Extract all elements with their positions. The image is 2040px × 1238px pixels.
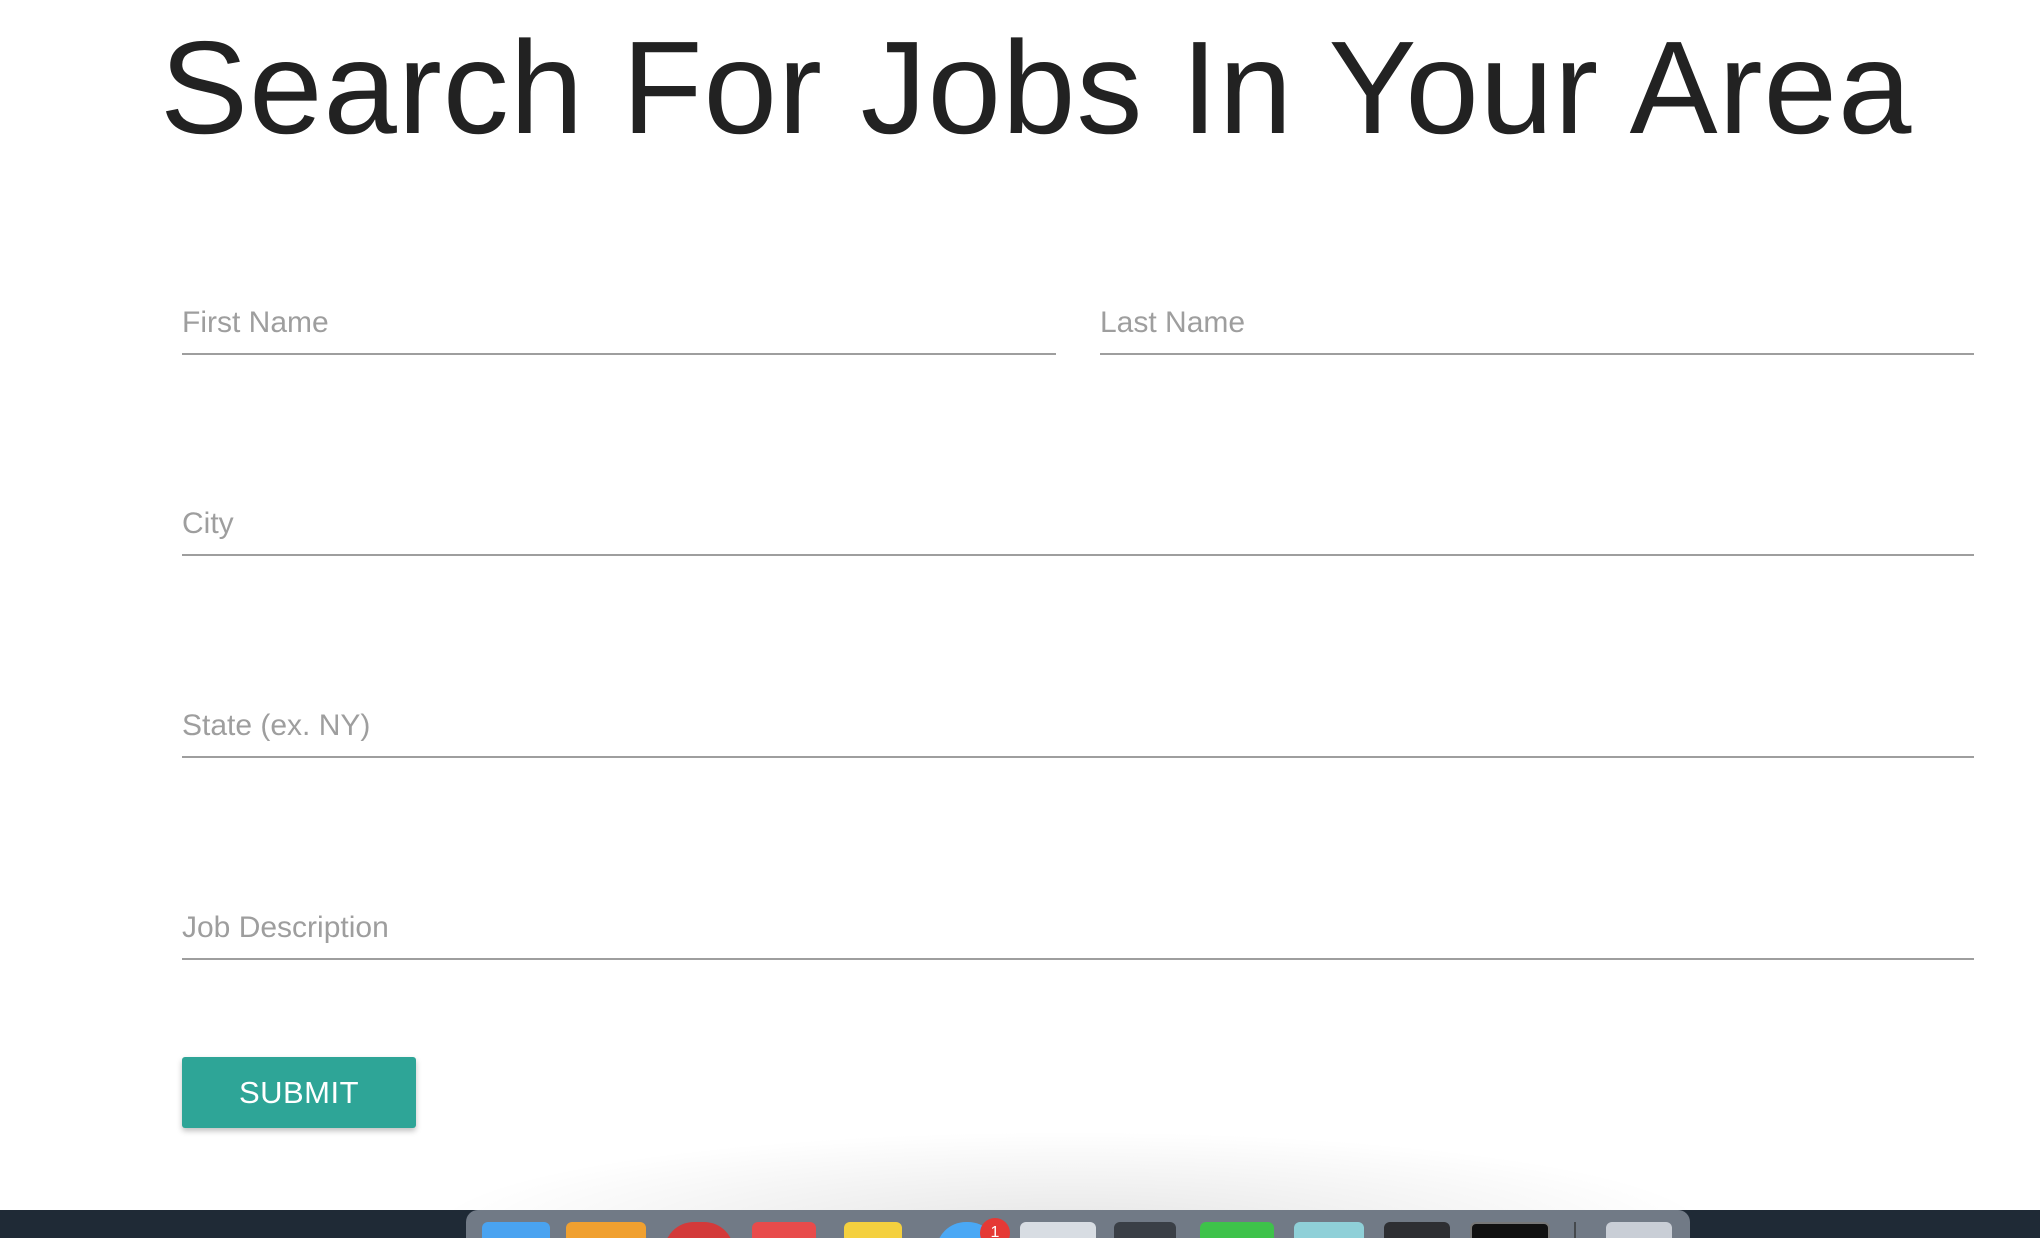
maps-icon[interactable] — [1294, 1222, 1364, 1238]
app-icon[interactable] — [1384, 1222, 1450, 1238]
phone-icon[interactable] — [1200, 1222, 1274, 1238]
page-title: Search For Jobs In Your Area — [160, 14, 1913, 161]
page: Search For Jobs In Your Area SUBMIT 1 — [0, 0, 2040, 1238]
clock-icon[interactable] — [1020, 1222, 1096, 1238]
terminal-icon[interactable] — [1470, 1222, 1550, 1238]
last-name-input[interactable] — [1100, 293, 1974, 353]
finder-icon[interactable] — [482, 1222, 550, 1238]
submit-button[interactable]: SUBMIT — [182, 1057, 416, 1128]
job-description-field-wrapper — [182, 898, 1974, 960]
city-input[interactable] — [182, 494, 1974, 554]
first-name-field-wrapper — [182, 293, 1056, 355]
state-input[interactable] — [182, 696, 1974, 756]
dock-separator — [1574, 1222, 1576, 1238]
numbers-icon[interactable] — [1114, 1222, 1176, 1238]
city-field-wrapper — [182, 494, 1974, 556]
first-name-input[interactable] — [182, 293, 1056, 353]
last-name-field-wrapper — [1100, 293, 1974, 355]
pages-icon[interactable] — [566, 1222, 646, 1238]
state-field-wrapper — [182, 696, 1974, 758]
calendar-icon[interactable] — [752, 1222, 816, 1238]
trash-icon[interactable] — [1606, 1222, 1672, 1238]
job-description-input[interactable] — [182, 898, 1974, 958]
notes-icon[interactable] — [844, 1222, 902, 1238]
